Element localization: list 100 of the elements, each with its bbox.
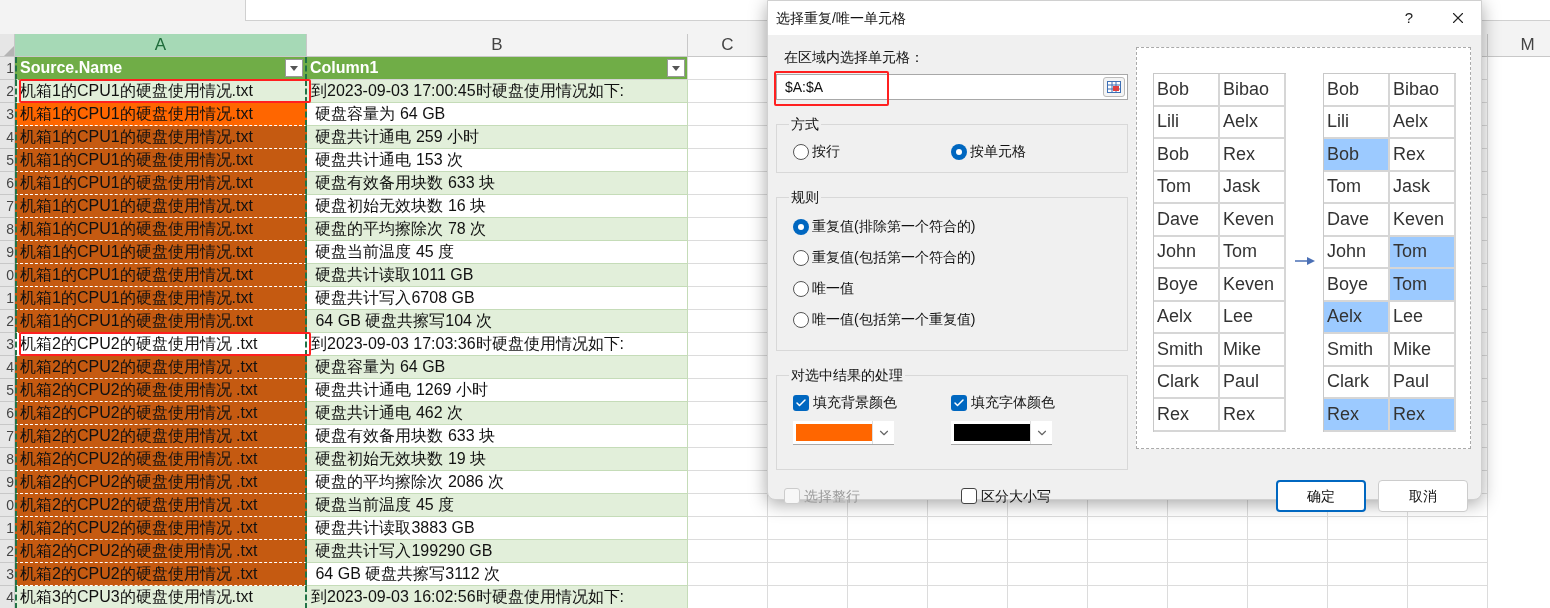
preview-cell: Lee	[1390, 301, 1456, 334]
preview-cell: Tom	[1324, 171, 1390, 204]
table-cell: 机箱2的CPU2的硬盘使用情况 .txt	[15, 471, 307, 494]
table-cell: 硬盘初始无效块数 19 块	[307, 448, 688, 471]
row-number: 8	[0, 448, 15, 471]
row-number: 7	[0, 195, 15, 218]
checkbox[interactable]	[951, 394, 967, 411]
range-picker-button[interactable]	[1103, 77, 1125, 97]
column-header[interactable]: A	[15, 34, 307, 57]
table-cell: 硬盘的平均擦除次 78 次	[307, 218, 688, 241]
preview-cell: Rex	[1324, 399, 1390, 432]
preview-cell: John	[1154, 236, 1220, 269]
table-cell: 机箱2的CPU2的硬盘使用情况 .txt	[15, 356, 307, 379]
column-header[interactable]: C	[688, 34, 768, 57]
table-cell: 到2023-09-03 17:03:36时硬盘使用情况如下:	[307, 333, 688, 356]
radio-button[interactable]	[793, 218, 809, 235]
check-icon	[953, 396, 965, 409]
preview-cell: Tom	[1390, 269, 1456, 302]
table-cell: 到2023-09-03 17:00:45时硬盘使用情况如下:	[307, 80, 688, 103]
table-cell: 硬盘的平均擦除次 2086 次	[307, 471, 688, 494]
preview-cell: Aelx	[1390, 106, 1456, 139]
preview-cell: Mike	[1390, 334, 1456, 367]
table-cell: 机箱2的CPU2的硬盘使用情况 .txt	[15, 517, 307, 540]
check-icon	[795, 396, 807, 409]
table-cell: 机箱1的CPU1的硬盘使用情况.txt	[15, 241, 307, 264]
table-cell: 硬盘初始无效块数 16 块	[307, 195, 688, 218]
preview-cell: Mike	[1220, 334, 1286, 367]
radio-option[interactable]: 重复值(包括第一个符合的)	[793, 247, 1111, 268]
field-label: 在区域内选择单元格：	[784, 48, 925, 67]
preview-cell: Jask	[1390, 171, 1456, 204]
preview-cell: Jask	[1220, 171, 1286, 204]
preview-cell: Lili	[1324, 106, 1390, 139]
range-field[interactable]: $A:$A	[776, 74, 1128, 100]
preview-cell: Tom	[1220, 236, 1286, 269]
preview-cell: Bibao	[1220, 74, 1286, 107]
radio-button[interactable]	[793, 143, 809, 160]
column-header[interactable]: B	[307, 34, 688, 57]
color-picker[interactable]	[951, 421, 1052, 445]
table-cell: 硬盘容量为 64 GB	[307, 356, 688, 379]
row-number: 5	[0, 379, 15, 402]
checkbox-option[interactable]: 填充背景颜色	[793, 392, 951, 413]
checkbox[interactable]	[961, 488, 977, 504]
radio-option[interactable]: 重复值(排除第一个符合的)	[793, 216, 1111, 237]
radio-button[interactable]	[951, 143, 967, 160]
preview-cell: Rex	[1220, 399, 1286, 432]
header-cell-text: Source.Name	[20, 58, 123, 78]
caret-icon	[672, 65, 680, 71]
preview-cell: Rex	[1154, 399, 1220, 432]
preview-cell: Rex	[1390, 139, 1456, 172]
color-picker[interactable]	[793, 421, 894, 445]
preview-cell: Tom	[1154, 171, 1220, 204]
preview-cell: Bob	[1154, 139, 1220, 172]
dialog-button[interactable]: 确定	[1276, 480, 1366, 512]
checkbox-option[interactable]: 填充字体颜色	[951, 392, 1109, 413]
checkbox[interactable]	[793, 394, 809, 411]
preview-cell: Dave	[1324, 204, 1390, 237]
row-number: 0	[0, 494, 15, 517]
table-cell: 机箱2的CPU2的硬盘使用情况 .txt	[15, 563, 307, 586]
table-cell: 硬盘有效备用块数 633 块	[307, 425, 688, 448]
preview-cell: Tom	[1390, 236, 1456, 269]
table-cell: 机箱2的CPU2的硬盘使用情况 .txt	[15, 494, 307, 517]
filter-button[interactable]	[667, 59, 685, 77]
row-number: 2	[0, 310, 15, 333]
row-number: 3	[0, 333, 15, 356]
row-number: 5	[0, 149, 15, 172]
preview-cell: Clark	[1324, 366, 1390, 399]
preview-cell: Smith	[1154, 334, 1220, 367]
table-cell: 硬盘共计通电 153 次	[307, 149, 688, 172]
radio-button[interactable]	[793, 311, 809, 328]
table-cell: 机箱2的CPU2的硬盘使用情况 .txt	[15, 540, 307, 563]
filter-button[interactable]	[285, 59, 303, 77]
help-button[interactable]: ?	[1399, 6, 1419, 30]
radio-button[interactable]	[793, 249, 809, 266]
radio-option[interactable]: 唯一值	[793, 278, 1111, 299]
row-number: 4	[0, 356, 15, 379]
group-title: 方式	[790, 115, 820, 134]
preview-cell: Lee	[1220, 301, 1286, 334]
dialog-button[interactable]: 取消	[1378, 480, 1468, 512]
table-cell: 机箱1的CPU1的硬盘使用情况.txt	[15, 149, 307, 172]
radio-button[interactable]	[793, 280, 809, 297]
table-cell: 机箱2的CPU2的硬盘使用情况 .txt	[15, 379, 307, 402]
table-cell: 64 GB 硬盘共擦写3112 次	[307, 563, 688, 586]
radio-option[interactable]: 按行	[793, 141, 951, 162]
preview-cell: Clark	[1154, 366, 1220, 399]
column-header[interactable]: M	[1488, 34, 1550, 57]
preview-cell: Paul	[1390, 366, 1456, 399]
table-cell: 机箱3的CPU3的硬盘使用情况.txt	[15, 586, 307, 608]
grid-icon	[1107, 81, 1121, 93]
radio-option[interactable]: 按单元格	[951, 141, 1109, 162]
preview-cell: Lili	[1154, 106, 1220, 139]
table-cell: 硬盘容量为 64 GB	[307, 103, 688, 126]
row-number: 6	[0, 172, 15, 195]
caret-icon	[290, 65, 298, 71]
table-cell: 硬盘有效备用块数 633 块	[307, 172, 688, 195]
table-cell: 机箱1的CPU1的硬盘使用情况.txt	[15, 172, 307, 195]
row-number: 3	[0, 563, 15, 586]
row-number: 9	[0, 241, 15, 264]
preview-cell: Boye	[1324, 269, 1390, 302]
radio-option[interactable]: 唯一值(包括第一个重复值)	[793, 309, 1111, 330]
checkbox-option[interactable]: 区分大小写	[961, 485, 1138, 507]
